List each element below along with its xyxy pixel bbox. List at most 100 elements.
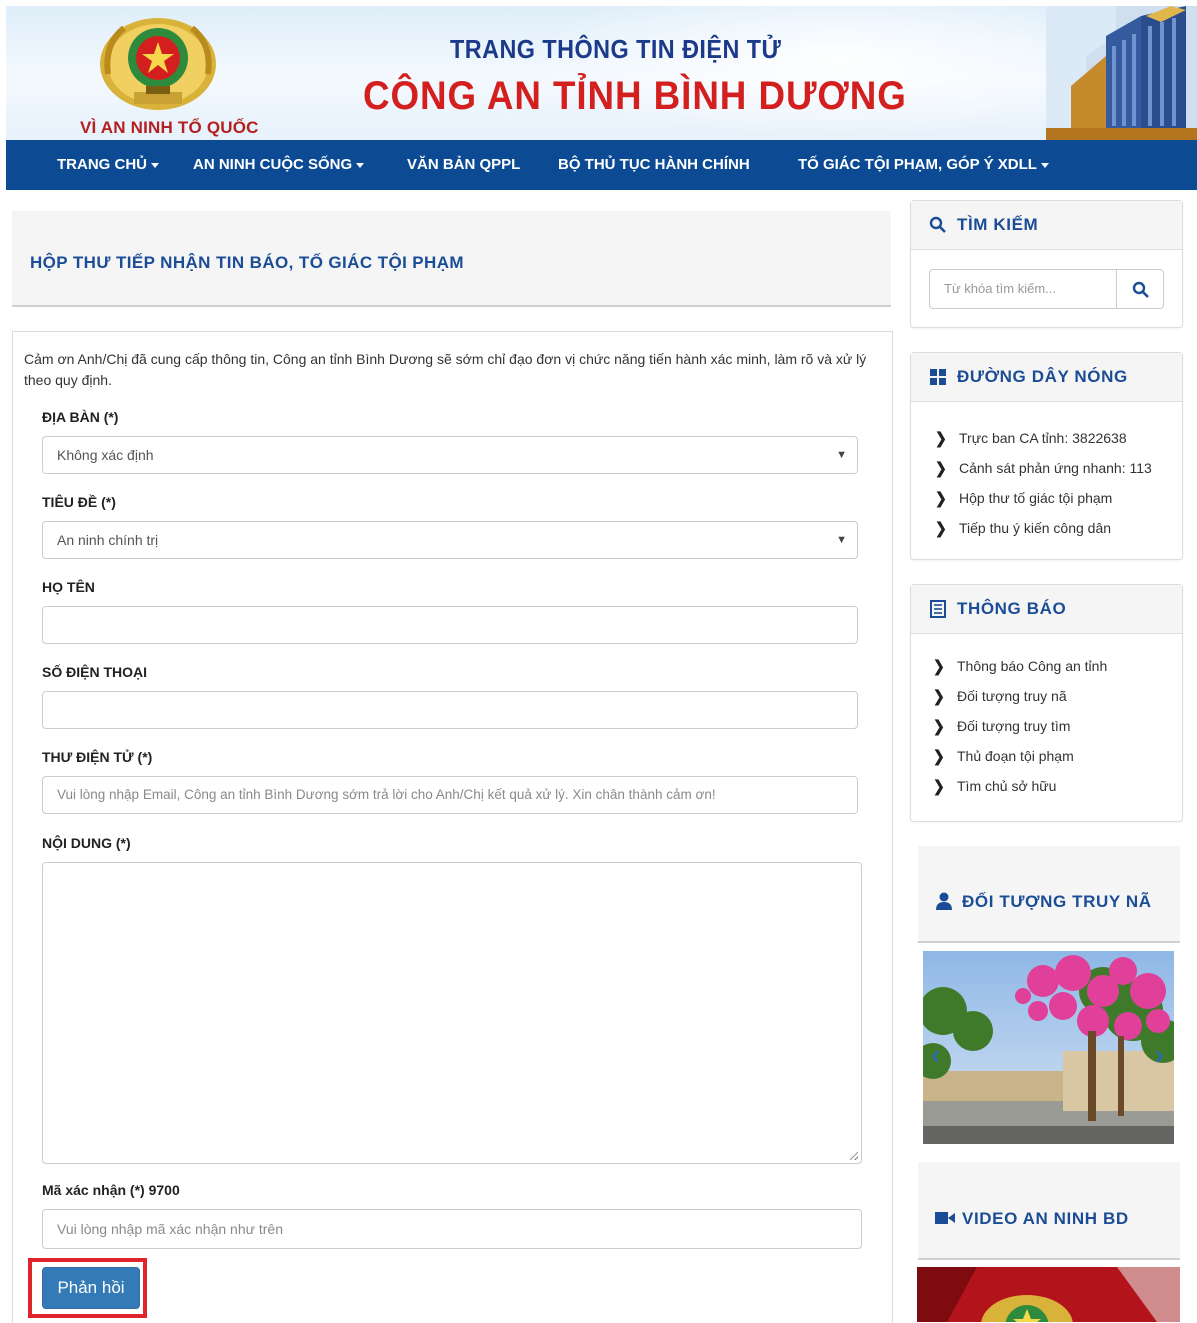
notice-item-searched[interactable]: ❯ Đối tượng truy tìm xyxy=(933,717,1071,735)
captcha-placeholder: Vui lòng nhập mã xác nhận như trên xyxy=(57,1221,284,1237)
chevron-right-icon: ❯ xyxy=(933,687,945,705)
nav-item-label: TRANG CHỦ xyxy=(57,156,147,173)
name-label: HỌ TÊN xyxy=(42,579,95,595)
dropdown-arrow-icon: ▼ xyxy=(836,449,847,461)
user-icon xyxy=(936,892,952,910)
caret-down-icon xyxy=(356,162,365,168)
page-title: HỘP THƯ TIẾP NHẬN TIN BÁO, TỐ GIÁC TỘI P… xyxy=(30,253,464,272)
search-icon xyxy=(929,216,946,233)
search-panel-header: TÌM KIẾM xyxy=(911,201,1182,250)
hotline-item-label: Tiếp thu ý kiến công dân xyxy=(959,520,1112,536)
nav-item-security-life[interactable]: AN NINH CUỘC SỐNG xyxy=(193,140,365,190)
caret-down-icon xyxy=(1040,162,1049,168)
search-panel-title: TÌM KIẾM xyxy=(957,215,1039,234)
search-submit-button[interactable] xyxy=(1116,269,1164,309)
hotline-item-crime-mailbox[interactable]: ❯ Hộp thư tố giác tội phạm xyxy=(935,489,1113,507)
notice-item-label: Đối tượng truy tìm xyxy=(957,718,1071,734)
notice-item-provincial[interactable]: ❯ Thông báo Công an tỉnh xyxy=(933,657,1108,675)
hotline-item-label: Cảnh sát phản ứng nhanh: 113 xyxy=(959,460,1152,476)
hotline-item-label: Hộp thư tố giác tội phạm xyxy=(959,490,1113,506)
chevron-right-icon: ❯ xyxy=(933,777,945,795)
headquarters-building-image xyxy=(1046,6,1197,140)
report-form-panel xyxy=(12,331,893,1323)
notices-panel-title: THÔNG BÁO xyxy=(957,599,1067,618)
chevron-right-icon: ❯ xyxy=(933,747,945,765)
area-label: ĐỊA BÀN (*) xyxy=(42,409,119,425)
chevron-right-icon: ❯ xyxy=(935,429,947,447)
chevron-right-icon: ❯ xyxy=(935,519,947,537)
site-header-banner: VÌ AN NINH TỔ QUỐC TRANG THÔNG TIN ĐIỆN … xyxy=(6,6,1197,140)
notices-panel-header: THÔNG BÁO xyxy=(911,585,1182,634)
area-select-value: Không xác định xyxy=(57,447,154,463)
captcha-input[interactable]: Vui lòng nhập mã xác nhận như trên xyxy=(42,1209,862,1249)
nav-item-label: AN NINH CUỘC SỐNG xyxy=(193,156,353,173)
chevron-right-icon: ❯ xyxy=(935,459,947,477)
name-input[interactable] xyxy=(42,606,858,644)
email-input[interactable]: Vui lòng nhập Email, Công an tỉnh Bình D… xyxy=(42,776,858,814)
nav-item-administrative-procedures[interactable]: BỘ THỦ TỤC HÀNH CHÍNH xyxy=(558,140,750,190)
bougainvillea-photo xyxy=(923,951,1174,1144)
area-select[interactable]: Không xác định ▼ xyxy=(42,436,858,474)
email-label: THƯ ĐIỆN TỬ (*) xyxy=(42,749,153,765)
nav-item-crime-report[interactable]: TỐ GIÁC TỘI PHẠM, GÓP Ý XDLL xyxy=(798,140,1049,190)
search-icon xyxy=(1132,281,1149,298)
sidebar-search-input[interactable]: Từ khóa tìm kiếm... xyxy=(929,269,1116,309)
notice-item-find-owner[interactable]: ❯ Tìm chủ sở hữu xyxy=(933,777,1057,795)
site-title: CÔNG AN TỈNH BÌNH DƯƠNG xyxy=(363,74,907,118)
video-widget-title: VIDEO AN NINH BD xyxy=(962,1209,1129,1228)
grid-icon xyxy=(930,369,946,385)
chevron-right-icon: ❯ xyxy=(935,489,947,507)
notice-item-crime-tactics[interactable]: ❯ Thủ đoạn tội phạm xyxy=(933,747,1074,765)
content-textarea[interactable] xyxy=(42,862,862,1164)
submit-button[interactable]: Phản hồi xyxy=(42,1267,140,1309)
wanted-widget-title: ĐỐI TƯỢNG TRUY NÃ xyxy=(962,892,1152,911)
phone-label: SỐ ĐIỆN THOẠI xyxy=(42,664,148,680)
nav-item-home[interactable]: TRANG CHỦ xyxy=(57,140,159,190)
hotline-panel-header: ĐƯỜNG DÂY NÓNG xyxy=(911,353,1182,402)
page-heading-box: HỘP THƯ TIẾP NHẬN TIN BÁO, TỐ GIÁC TỘI P… xyxy=(12,211,891,307)
subject-label: TIÊU ĐỀ (*) xyxy=(42,494,116,510)
notice-item-label: Tìm chủ sở hữu xyxy=(957,778,1057,794)
notice-item-label: Thủ đoạn tội phạm xyxy=(957,748,1074,764)
site-subtitle: TRANG THÔNG TIN ĐIỆN TỬ xyxy=(450,34,782,64)
phone-input[interactable] xyxy=(42,691,858,729)
hotline-panel-title: ĐƯỜNG DÂY NÓNG xyxy=(957,367,1128,386)
search-panel: TÌM KIẾM Từ khóa tìm kiếm... xyxy=(910,200,1183,328)
nav-item-label: BỘ THỦ TỤC HÀNH CHÍNH xyxy=(558,156,750,173)
list-document-icon xyxy=(930,600,946,618)
dropdown-arrow-icon: ▼ xyxy=(836,534,847,546)
police-emblem-icon xyxy=(100,18,216,110)
video-thumbnail[interactable] xyxy=(917,1267,1180,1322)
carousel-prev-icon[interactable]: ‹ xyxy=(931,1039,940,1071)
wanted-widget-header: ĐỐI TƯỢNG TRUY NÃ xyxy=(918,846,1180,943)
hotline-item-label: Trực ban CA tỉnh: 3822638 xyxy=(959,430,1127,446)
notice-item-wanted[interactable]: ❯ Đối tượng truy nã xyxy=(933,687,1067,705)
resize-grip-icon[interactable] xyxy=(850,1152,858,1160)
video-emblem-thumbnail xyxy=(917,1267,1180,1322)
search-placeholder: Từ khóa tìm kiếm... xyxy=(944,281,1057,296)
nav-item-label: TỐ GIÁC TỘI PHẠM, GÓP Ý XDLL xyxy=(798,156,1037,173)
notice-item-label: Thông báo Công an tỉnh xyxy=(957,658,1108,674)
email-placeholder: Vui lòng nhập Email, Công an tỉnh Bình D… xyxy=(57,787,716,802)
video-widget-header: VIDEO AN NINH BD xyxy=(918,1162,1180,1260)
video-camera-icon xyxy=(935,1212,955,1224)
hotline-panel: ĐƯỜNG DÂY NÓNG ❯ Trực ban CA tỉnh: 382263… xyxy=(910,352,1183,560)
content-label: NỘI DUNG (*) xyxy=(42,835,131,851)
chevron-right-icon: ❯ xyxy=(933,717,945,735)
notices-panel: THÔNG BÁO ❯ Thông báo Công an tỉnh ❯ Đối t… xyxy=(910,584,1183,822)
form-intro-text: Cảm ơn Anh/Chị đã cung cấp thông tin, Cô… xyxy=(24,351,867,388)
captcha-label: Mã xác nhận (*) 9700 xyxy=(42,1182,180,1198)
hotline-item-rapid-response[interactable]: ❯ Cảnh sát phản ứng nhanh: 113 xyxy=(935,459,1152,477)
main-navigation: TRANG CHỦ AN NINH CUỘC SỐNG VĂN BẢN QPPL… xyxy=(6,140,1197,190)
hotline-item-duty-officer[interactable]: ❯ Trực ban CA tỉnh: 3822638 xyxy=(935,429,1127,447)
hotline-item-citizen-feedback[interactable]: ❯ Tiếp thu ý kiến công dân xyxy=(935,519,1112,537)
chevron-right-icon: ❯ xyxy=(933,657,945,675)
subject-select[interactable]: An ninh chính trị ▼ xyxy=(42,521,858,559)
nav-item-label: VĂN BẢN QPPL xyxy=(407,156,521,173)
caret-down-icon xyxy=(151,162,159,168)
wanted-carousel-image[interactable]: ‹ › xyxy=(923,951,1174,1144)
carousel-next-icon[interactable]: › xyxy=(1155,1039,1164,1071)
subject-select-value: An ninh chính trị xyxy=(57,532,159,548)
nav-item-legal-documents[interactable]: VĂN BẢN QPPL xyxy=(407,140,520,190)
notice-item-label: Đối tượng truy nã xyxy=(957,688,1067,704)
